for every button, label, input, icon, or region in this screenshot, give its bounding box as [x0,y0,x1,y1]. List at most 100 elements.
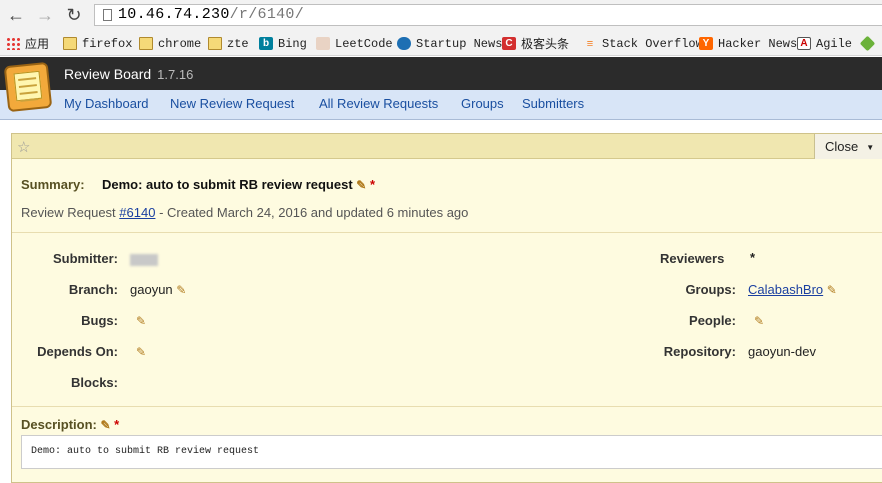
description-field-label: Description: ✎ * [21,417,119,432]
caret-down-icon: ▼ [866,143,875,152]
bookmark-label: LeetCode [335,36,393,51]
people-field: ✎ [754,313,764,328]
edit-description-pencil-icon[interactable]: ✎ [100,418,110,432]
edit-summary-pencil-icon[interactable]: ✎ [356,178,366,192]
bookmark-chrome[interactable]: chrome [139,35,201,52]
subline-prefix: Review Request [21,205,116,220]
page-icon [103,9,112,21]
blocks-label: Blocks: [71,375,118,390]
forward-button[interactable]: → [33,4,57,26]
back-button[interactable]: ← [4,4,28,26]
bookmark-label: 应用 [25,38,50,52]
bookmark-label: Agile [816,36,853,51]
repository-value: gaoyun-dev [748,344,816,359]
main-nav: My Dashboard New Review Request All Revi… [0,90,882,120]
branch-label: Branch: [68,282,118,297]
logo-note-icon [13,70,43,102]
required-mark: * [114,417,120,432]
bugs-label: Bugs: [81,313,118,328]
bookmark-stack-overflow[interactable]: ≡ Stack Overflow [583,35,703,52]
summary-field: Demo: auto to submit RB review request ✎… [102,177,375,192]
app-title[interactable]: Review Board 1.7.16 [64,66,193,82]
divider [12,232,882,233]
close-menu-button[interactable]: Close ▼ [814,134,882,159]
url-path: /r/6140/ [229,6,305,23]
edit-branch-pencil-icon[interactable]: ✎ [176,283,186,297]
url-host: 10.46.74.230 [118,6,230,23]
bookmark-extra[interactable] [859,35,878,52]
diamond-icon [859,35,876,52]
bookmark-bing[interactable]: b Bing [259,35,307,52]
stack-overflow-icon: ≡ [583,37,597,50]
description-text: Demo: auto to submit RB review request [31,446,260,457]
bookmark-leetcode[interactable]: LeetCode [316,35,393,52]
bookmark-agile[interactable]: A Agile [797,35,852,52]
arrow-left-icon: ← [7,4,25,25]
bookmark-apps[interactable]: 应用 [6,35,49,52]
bookmark-startup-news[interactable]: Startup News [397,35,502,52]
reviewers-required-mark: * [750,250,756,265]
bookmark-label: firefox [82,36,133,51]
app-version: 1.7.16 [157,67,194,82]
bugs-field: ✎ [136,313,146,328]
depends-on-label: Depends On: [37,344,118,359]
bookmark-label: Hacker News [718,36,798,51]
nav-new-review-request[interactable]: New Review Request [170,96,294,111]
group-link[interactable]: CalabashBro [748,282,823,297]
apps-grid-icon [6,37,20,50]
people-label: People: [689,313,736,328]
groups-field: CalabashBro ✎ [748,282,837,297]
subline-suffix: - Created March 24, 2016 and updated 6 m… [159,205,469,220]
bing-icon: b [259,37,273,50]
address-bar[interactable]: 10.46.74.230/r/6140/ [94,4,882,26]
repository-label: Repository: [663,344,736,359]
app-title-text: Review Board [64,66,152,82]
startup-news-icon [397,37,411,50]
url-text[interactable]: 10.46.74.230/r/6140/ [118,6,304,23]
reviewers-label: Reviewers [660,251,725,266]
folder-icon [139,37,153,50]
bookmark-label: zte [227,36,249,51]
request-id-link[interactable]: #6140 [119,205,155,220]
nav-all-review-requests[interactable]: All Review Requests [319,96,438,111]
groups-label: Groups: [685,282,736,297]
summary-value: Demo: auto to submit RB review request [102,177,353,192]
close-label: Close [825,139,859,154]
bookmark-zte[interactable]: zte [208,35,249,52]
geek-icon: C [502,37,516,50]
depends-on-field: ✎ [136,344,146,359]
hacker-news-icon: Y [699,37,713,50]
folder-icon [63,37,77,50]
folder-icon [208,37,222,50]
reload-button[interactable]: ↻ [62,4,86,26]
edit-groups-pencil-icon[interactable]: ✎ [827,283,837,297]
bookmark-label: Bing [278,36,307,51]
branch-value: gaoyun [130,282,173,297]
divider [12,406,882,407]
review-request-info: Review Request #6140 - Created March 24,… [21,205,468,220]
review-board-logo[interactable] [3,61,53,113]
edit-people-pencil-icon[interactable]: ✎ [754,314,764,328]
branch-field: gaoyun ✎ [130,282,186,297]
review-request-actions-bar [12,134,882,159]
edit-bugs-pencil-icon[interactable]: ✎ [136,314,146,328]
star-icon[interactable]: ☆ [17,138,30,156]
nav-submitters[interactable]: Submitters [522,96,584,111]
nav-my-dashboard[interactable]: My Dashboard [64,96,149,111]
description-box[interactable]: Demo: auto to submit RB review request [21,435,882,469]
nav-groups[interactable]: Groups [461,96,504,111]
bookmark-geek[interactable]: C 极客头条 [502,35,569,52]
bookmark-hacker-news[interactable]: Y Hacker News [699,35,797,52]
bookmark-label: chrome [158,36,202,51]
bookmark-label: 极客头条 [521,37,570,51]
leetcode-icon [316,37,330,50]
bookmark-label: Stack Overflow [602,36,703,51]
agile-icon: A [797,37,811,50]
edit-depends-on-pencil-icon[interactable]: ✎ [136,345,146,359]
required-mark: * [369,177,376,192]
bookmark-label: Startup News [416,36,503,51]
bookmark-firefox[interactable]: firefox [63,35,132,52]
redacted-avatar [130,253,158,266]
submitter-value[interactable] [130,251,158,266]
summary-label: Summary: [21,177,85,192]
